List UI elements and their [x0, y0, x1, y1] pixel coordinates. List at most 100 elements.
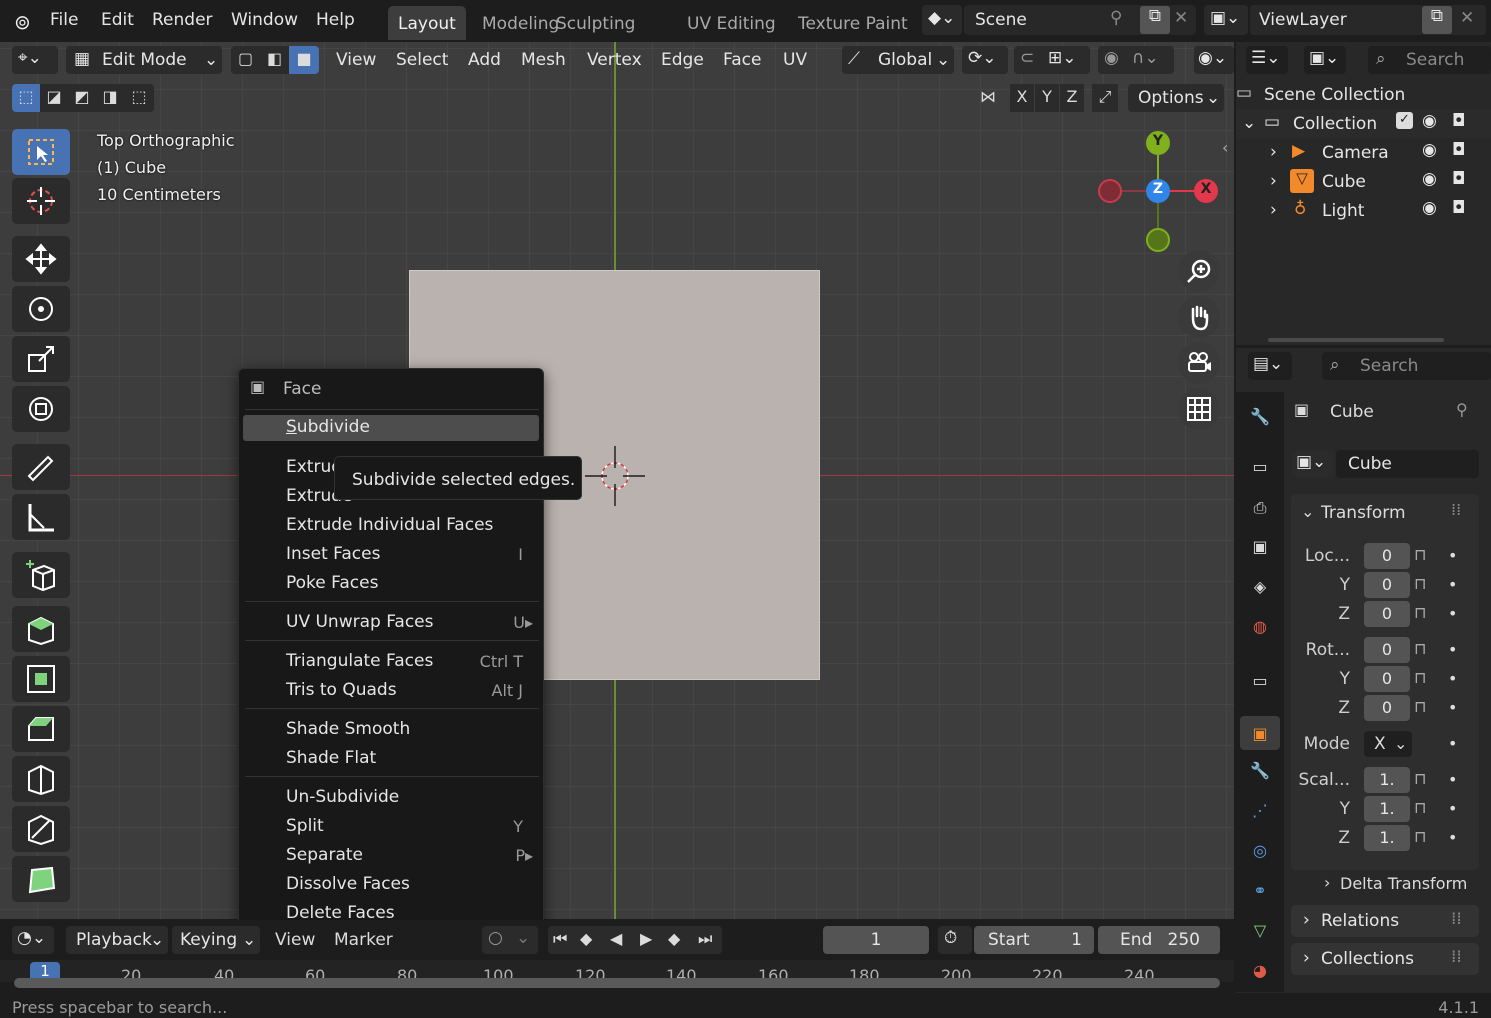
tool-tab-icon[interactable]: 🔧: [1246, 402, 1274, 430]
tool-transform[interactable]: [12, 386, 70, 432]
scale-z-field[interactable]: 1.: [1364, 825, 1410, 851]
play-reverse-icon[interactable]: ◀: [610, 929, 622, 948]
delta-transform-subpanel[interactable]: › Delta Transform: [1318, 872, 1478, 896]
outliner-row-camera[interactable]: › ▶ Camera ◉ ◘: [1236, 138, 1491, 167]
select-subtract-icon[interactable]: ◩: [68, 84, 96, 112]
keyframe-dot-icon[interactable]: •: [1448, 698, 1457, 717]
chevron-right-icon[interactable]: ›: [1270, 142, 1277, 162]
tool-bevel[interactable]: [12, 706, 70, 752]
tool-extrude[interactable]: [12, 606, 70, 652]
modifier-tab-icon[interactable]: 🔧: [1246, 756, 1274, 784]
outliner-row-cube[interactable]: › ▽ Cube ◉ ◘: [1236, 167, 1491, 196]
display-mode-selector[interactable]: ▣⌄: [1304, 46, 1346, 74]
menu-edge[interactable]: Edge: [661, 50, 704, 70]
vertex-select-icon[interactable]: ▢: [231, 46, 260, 74]
menu-item-uv-unwrap[interactable]: UV Unwrap Faces: [286, 612, 434, 632]
camera-render-icon[interactable]: ◘: [1452, 169, 1465, 189]
tab-texture-paint[interactable]: Texture Paint: [788, 6, 918, 40]
gizmo-neg-x-handle[interactable]: [1098, 179, 1122, 203]
face-select-icon[interactable]: ■: [289, 46, 319, 74]
data-tab-icon[interactable]: ▽: [1246, 916, 1274, 944]
transform-panel-header[interactable]: ⌄ Transform ⁞⁞: [1291, 496, 1479, 528]
menu-item-shade-smooth[interactable]: Shade Smooth: [286, 719, 410, 739]
properties-editor-type[interactable]: ▤⌄: [1248, 352, 1292, 380]
menu-item-poke-faces[interactable]: Poke Faces: [286, 573, 378, 593]
current-frame-field[interactable]: 1: [823, 926, 929, 954]
camera-render-icon[interactable]: ◘: [1452, 198, 1465, 218]
rotation-mode-dropdown[interactable]: X ⌄: [1364, 731, 1412, 757]
tool-rotate[interactable]: [12, 286, 70, 332]
new-scene-icon[interactable]: ⧉: [1140, 6, 1170, 34]
relations-panel-header[interactable]: › Relations ⁞⁞: [1291, 905, 1479, 937]
blender-logo-icon[interactable]: ⊚: [14, 10, 31, 34]
options-dropdown[interactable]: Options ⌄: [1128, 84, 1224, 112]
scale-y-field[interactable]: 1.: [1364, 796, 1410, 822]
zoom-button[interactable]: [1178, 250, 1220, 292]
prev-keyframe-icon[interactable]: ◆: [580, 929, 592, 948]
chevron-down-icon[interactable]: ⌄: [1242, 113, 1256, 133]
camera-render-icon[interactable]: ◘: [1452, 140, 1465, 160]
mode-selector[interactable]: ▦ Edit Mode ⌄: [66, 46, 222, 74]
menu-item-tris-to-quads[interactable]: Tris to Quads: [286, 680, 397, 700]
menu-item-un-subdivide[interactable]: Un-Subdivide: [286, 787, 399, 807]
topology-mirror-icon[interactable]: ⤢: [1092, 84, 1118, 112]
collection-tab-icon[interactable]: ▭: [1246, 666, 1274, 694]
constraints-tab-icon[interactable]: ⚭: [1246, 876, 1274, 904]
chevron-right-icon[interactable]: ›: [1270, 171, 1277, 191]
close-icon[interactable]: ✕: [1174, 8, 1188, 28]
rotation-y-field[interactable]: 0: [1364, 666, 1410, 692]
rotation-x-field[interactable]: 0: [1364, 637, 1410, 663]
outliner-row-light[interactable]: › ♁ Light ◉ ◘: [1236, 196, 1491, 225]
proportional-edit-icon[interactable]: ◉: [1104, 48, 1119, 68]
object-browse[interactable]: ▣⌄: [1292, 450, 1334, 478]
tool-add-cube[interactable]: [12, 552, 70, 598]
drag-handle-icon[interactable]: ⁞⁞: [1451, 500, 1461, 519]
menu-help[interactable]: Help: [316, 10, 355, 30]
view-layer-tab-icon[interactable]: ▣: [1246, 532, 1274, 560]
outliner-row-collection[interactable]: ⌄ ▭ Collection ✓ ◉ ◘: [1236, 109, 1491, 138]
keyframe-dot-icon[interactable]: •: [1448, 828, 1457, 847]
3d-viewport[interactable]: ⌖⌄ ▦ Edit Mode ⌄ ▢ ◧ ■ View Select Add M…: [0, 42, 1234, 919]
scene-selector[interactable]: ◆⌄: [922, 5, 962, 35]
keyframe-dot-icon[interactable]: •: [1448, 546, 1457, 565]
end-frame-field[interactable]: End 250: [1098, 926, 1220, 954]
tool-knife[interactable]: [12, 806, 70, 852]
menu-vertex[interactable]: Vertex: [587, 50, 642, 70]
timeline-scrollbar[interactable]: [14, 978, 1220, 988]
keyframe-dot-icon[interactable]: •: [1448, 575, 1457, 594]
menu-window[interactable]: Window: [231, 10, 298, 30]
gizmo-neg-y-handle[interactable]: [1146, 228, 1170, 252]
outliner-editor-type[interactable]: ☰⌄: [1246, 46, 1288, 74]
menu-mesh[interactable]: Mesh: [521, 50, 566, 70]
tool-poly-build[interactable]: [12, 856, 70, 902]
select-extend-icon[interactable]: ◪: [40, 84, 68, 112]
snap-icon[interactable]: ⊂: [1020, 48, 1034, 68]
next-keyframe-icon[interactable]: ◆: [668, 929, 680, 948]
scene-field[interactable]: Scene ⚲ ⧉ ✕: [964, 5, 1196, 35]
mirror-y-toggle[interactable]: Y: [1035, 84, 1059, 112]
start-frame-field[interactable]: Start 1: [974, 926, 1094, 954]
tool-scale[interactable]: [12, 336, 70, 382]
timeline-editor-type[interactable]: ◔⌄: [12, 926, 54, 954]
falloff-icon[interactable]: ∩⌄: [1132, 48, 1159, 68]
timeline-view-menu[interactable]: View: [275, 930, 315, 950]
gizmo-z-handle[interactable]: Z: [1146, 179, 1170, 203]
menu-face[interactable]: Face: [723, 50, 761, 70]
tab-sculpting[interactable]: Sculpting: [546, 6, 645, 40]
navigation-gizmo[interactable]: X Y Z: [1096, 130, 1222, 256]
pan-button[interactable]: [1178, 296, 1220, 338]
play-icon[interactable]: ▶: [640, 929, 652, 948]
pivot-selector[interactable]: ⟳⌄: [962, 46, 1008, 74]
eye-icon[interactable]: ◉: [1422, 111, 1437, 131]
tool-select-box[interactable]: [12, 129, 70, 175]
orientation-selector[interactable]: ⟋ Global ⌄: [842, 46, 954, 74]
snap-target-icon[interactable]: ⊞⌄: [1048, 48, 1077, 68]
menu-file[interactable]: File: [50, 10, 78, 30]
menu-edit[interactable]: Edit: [101, 10, 134, 30]
jump-start-icon[interactable]: ⏮: [553, 929, 567, 949]
sidebar-toggle-icon[interactable]: ‹: [1222, 138, 1228, 157]
object-tab-icon[interactable]: ▣: [1240, 716, 1280, 750]
lock-icon[interactable]: ⊓: [1414, 639, 1426, 658]
select-intersect-icon[interactable]: ⬚: [124, 84, 154, 112]
preview-range-toggle[interactable]: ⏱: [938, 926, 972, 954]
